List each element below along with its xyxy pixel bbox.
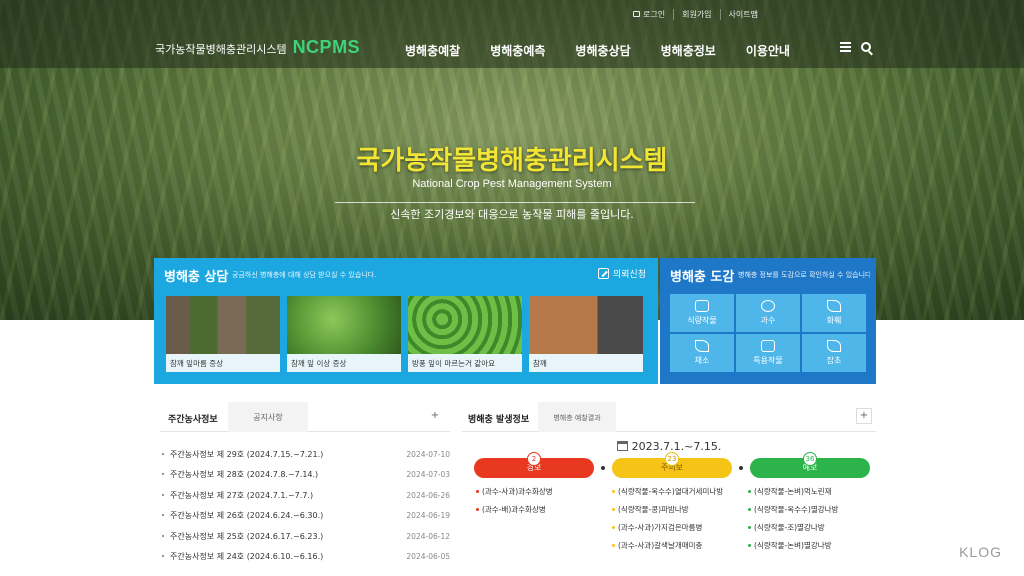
list-item[interactable]: 주간농사정보 제 25호 (2024.6.17.~6.23.) 2024-06-1… (160, 526, 450, 547)
list-item[interactable]: 주간농사정보 제 24호 (2024.6.10.~6.16.) 2024-06-0… (160, 547, 450, 568)
dict-item-grain[interactable]: 식량작물 (670, 294, 734, 332)
consult-note: 궁금하신 병해충에 대해 상담 받으실 수 있습니다. (232, 271, 377, 279)
calendar-icon (616, 441, 628, 451)
level-alert-badge[interactable]: 2 경보 (474, 452, 594, 478)
list-item[interactable]: (식량작물-콩)파밤나방 (610, 504, 734, 522)
alert-levels: 2 경보 23 주의보 36 예보 (474, 452, 870, 478)
nav-guide[interactable]: 이용안내 (746, 42, 790, 59)
dictionary-note: 병해충 정보를 도감으로 확인하실 수 있습니다. (738, 271, 870, 279)
weekly-more-button[interactable]: + (428, 410, 442, 424)
dict-item-flower[interactable]: 화훼 (802, 294, 866, 332)
pest-dictionary-panel: 병해충 도감 병해충 정보를 도감으로 확인하실 수 있습니다. 식량작물 과수… (660, 258, 876, 384)
watermark: KLOG (959, 544, 1002, 560)
consult-card[interactable]: 방풍 잎이 마르는거 같아요 (408, 296, 522, 372)
logo-ncpms: NCPMS (292, 37, 361, 57)
logo-korean: 국가농작물병해충관리시스템 (155, 43, 287, 56)
pest-occurrence-info: 병해충 발생정보 병해충 예찰결과 + 2023.7.1.~7.15. 2 경보… (462, 402, 876, 576)
occurrence-more-button[interactable]: + (856, 408, 872, 424)
consult-card-caption: 방풍 잎이 마르는거 같아요 (408, 354, 522, 372)
list-item[interactable]: 주간농사정보 제 27호 (2024.7.1.~7.7.) 2024-06-26 (160, 485, 450, 506)
consult-card-caption: 참깨 잎마름 증상 (166, 354, 280, 372)
list-item[interactable]: (과수-배)과수화상병 (474, 504, 598, 522)
consult-panel: 병해충 상담 궁금하신 병해충에 대해 상담 받으실 수 있습니다. 의뢰신청 … (154, 258, 658, 384)
login-link[interactable]: 로그인 (625, 9, 673, 20)
consult-card-image (287, 296, 401, 354)
tab-notice[interactable]: 공지사항 (228, 402, 308, 432)
dictionary-title: 병해충 도감 (670, 270, 735, 285)
apple-icon (761, 300, 775, 312)
weekly-list: 주간농사정보 제 29호 (2024.7.15.~7.21.) 2024-07-1… (160, 444, 450, 567)
consult-card-image (166, 296, 280, 354)
list-item[interactable]: 주간농사정보 제 29호 (2024.7.15.~7.21.) 2024-07-1… (160, 444, 450, 465)
hero-description: 신속한 조기경보와 대응으로 농작물 피해를 줄입니다. (390, 208, 634, 221)
grain-icon (695, 300, 709, 312)
special-crop-icon (761, 340, 775, 352)
consult-cards: 참깨 잎마름 증상 참깨 잎 이상 증상 방풍 잎이 마르는거 같아요 참깨 (166, 296, 643, 372)
list-item[interactable]: (과수-사과)과수화상병 (474, 486, 598, 504)
consult-card[interactable]: 참깨 (529, 296, 643, 372)
weekly-farming-info: 주간농사정보 공지사항 + 주간농사정보 제 29호 (2024.7.15.~7… (160, 402, 450, 576)
dictionary-grid: 식량작물 과수 화훼 채소 특용작물 잡초 (670, 294, 866, 372)
list-item[interactable]: (과수-사과)가지검은마름병 (610, 522, 734, 540)
hamburger-menu-icon[interactable] (840, 42, 851, 52)
consult-apply-button[interactable]: 의뢰신청 (597, 267, 646, 280)
hero-divider (335, 202, 695, 203)
consult-card[interactable]: 참깨 잎 이상 증상 (287, 296, 401, 372)
caution-count: 23 (665, 452, 679, 466)
list-item[interactable]: (식량작물-논벼)먹노린재 (746, 486, 870, 504)
list-item[interactable]: (식량작물-조)멸강나방 (746, 522, 870, 540)
list-item[interactable]: (식량작물-옥수수)열대거세미나방 (610, 486, 734, 504)
nav-forecast-predict[interactable]: 병해충예측 (490, 42, 545, 59)
list-item[interactable]: 주간농사정보 제 28호 (2024.7.8.~7.14.) 2024-07-03 (160, 465, 450, 486)
site-logo[interactable]: 국가농작물병해충관리시스템 NCPMS (155, 37, 360, 58)
tab-weekly-info[interactable]: 주간농사정보 (168, 402, 218, 432)
hero-title: 국가농작물병해충관리시스템 (356, 146, 668, 176)
signup-link[interactable]: 회원가입 (673, 9, 719, 20)
forecast-list: (식량작물-논벼)먹노린재 (식량작물-옥수수)멸강나방 (식량작물-조)멸강나… (746, 486, 870, 558)
consult-card-caption: 참깨 (529, 354, 643, 372)
lock-icon (633, 11, 640, 17)
flower-icon (827, 300, 841, 312)
dict-item-vegetable[interactable]: 채소 (670, 334, 734, 372)
consult-card-image (408, 296, 522, 354)
consult-card[interactable]: 참깨 잎마름 증상 (166, 296, 280, 372)
weed-icon (827, 340, 841, 352)
nav-forecast-survey[interactable]: 병해충예찰 (405, 42, 460, 59)
tab-survey-result[interactable]: 병해충 예찰결과 (538, 402, 616, 432)
caution-list: (식량작물-옥수수)열대거세미나방 (식량작물-콩)파밤나방 (과수-사과)가지… (610, 486, 734, 558)
list-item[interactable]: (식량작물-옥수수)멸강나방 (746, 504, 870, 522)
site-header: 로그인 회원가입 사이트맵 국가농작물병해충관리시스템 NCPMS 병해충예찰 … (0, 0, 1024, 68)
occurrence-period: 2023.7.1.~7.15. (462, 440, 876, 453)
tab-occurrence-info[interactable]: 병해충 발생정보 (468, 412, 529, 425)
forecast-count: 36 (803, 452, 817, 466)
utility-menu: 로그인 회원가입 사이트맵 (625, 9, 766, 20)
consult-card-image (529, 296, 643, 354)
dict-item-weed[interactable]: 잡초 (802, 334, 866, 372)
level-forecast-badge[interactable]: 36 예보 (750, 452, 870, 478)
nav-pest-info[interactable]: 병해충정보 (661, 42, 716, 59)
alert-count: 2 (527, 452, 541, 466)
main-nav: 병해충예찰 병해충예측 병해충상담 병해충정보 이용안내 (405, 42, 790, 59)
vegetable-icon (695, 340, 709, 352)
list-item[interactable]: (식량작물-논벼)멸강나방 (746, 540, 870, 558)
consult-title: 병해충 상담 (164, 270, 229, 285)
dict-item-fruit[interactable]: 과수 (736, 294, 800, 332)
list-item[interactable]: 주간농사정보 제 26호 (2024.6.24.~6.30.) 2024-06-1… (160, 506, 450, 527)
level-caution-badge[interactable]: 23 주의보 (612, 452, 732, 478)
edit-icon (597, 268, 609, 279)
nav-consult[interactable]: 병해충상담 (575, 42, 630, 59)
search-icon[interactable] (861, 42, 871, 52)
dict-item-special-crop[interactable]: 특용작물 (736, 334, 800, 372)
hero-subtitle: National Crop Pest Management System (412, 178, 612, 190)
alert-list: (과수-사과)과수화상병 (과수-배)과수화상병 (474, 486, 598, 558)
list-item[interactable]: (과수-사과)갈색날개매미충 (610, 540, 734, 558)
sitemap-link[interactable]: 사이트맵 (719, 9, 766, 20)
consult-card-caption: 참깨 잎 이상 증상 (287, 354, 401, 372)
